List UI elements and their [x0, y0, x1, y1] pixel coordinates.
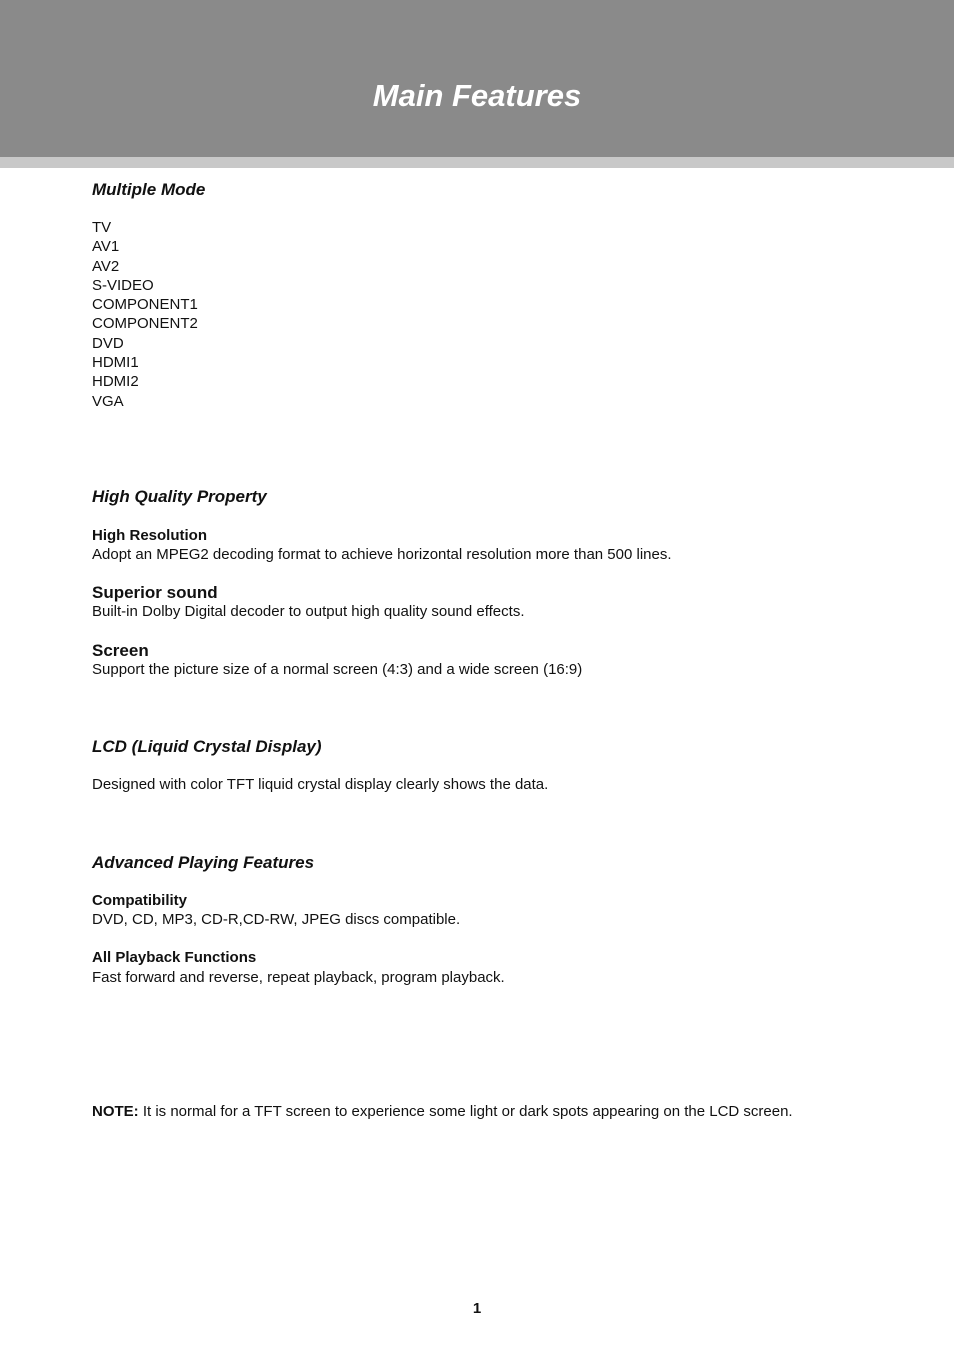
note-label: NOTE: [92, 1103, 139, 1120]
mode-item: TV [92, 219, 112, 236]
feature-text-compatibility: DVD, CD, MP3, CD-R,CD-RW, JPEG discs com… [92, 911, 461, 928]
section-title-advanced-playing: Advanced Playing Features [92, 853, 315, 872]
note-text: It is normal for a TFT screen to experie… [138, 1103, 793, 1120]
mode-item: S-VIDEO [92, 276, 154, 294]
note: NOTE: It is normal for a TFT screen to e… [92, 1102, 793, 1121]
feature-text-playback-functions: Fast forward and reverse, repeat playbac… [92, 969, 505, 986]
section-title-multiple-mode: Multiple Mode [92, 180, 206, 199]
feature-heading-playback-functions: All Playback Functions [92, 949, 257, 966]
feature-heading-screen: Screen [92, 641, 149, 660]
section-title-high-quality: High Quality Property [92, 487, 267, 506]
feature-text-high-resolution: Adopt an MPEG2 decoding format to achiev… [92, 546, 672, 563]
feature-text-superior-sound: Built-in Dolby Digital decoder to output… [92, 603, 525, 620]
page-title: Main Features [372, 78, 582, 113]
mode-item: AV1 [92, 238, 120, 256]
mode-item: HDMI2 [92, 373, 139, 391]
page-number: 1 [472, 1300, 482, 1317]
mode-item: COMPONENT1 [92, 296, 198, 314]
feature-heading-high-resolution: High Resolution [92, 527, 207, 544]
feature-heading-compatibility: Compatibility [92, 892, 188, 909]
mode-item: AV2 [92, 257, 120, 275]
mode-list: TV AV1 AV2 S-VIDEO COMPONENT1 COMPONENT2… [92, 218, 198, 411]
section-title-lcd: LCD (Liquid Crystal Display) [92, 737, 322, 756]
mode-item: HDMI1 [92, 354, 139, 372]
feature-heading-superior-sound: Superior sound [92, 583, 218, 602]
feature-text-screen: Support the picture size of a normal scr… [92, 661, 583, 678]
mode-item: COMPONENT2 [92, 315, 198, 333]
lcd-description: Designed with color TFT liquid crystal d… [92, 776, 549, 793]
mode-item: DVD [92, 334, 124, 352]
mode-item: VGA [92, 392, 124, 410]
header-divider-strip [0, 157, 954, 168]
